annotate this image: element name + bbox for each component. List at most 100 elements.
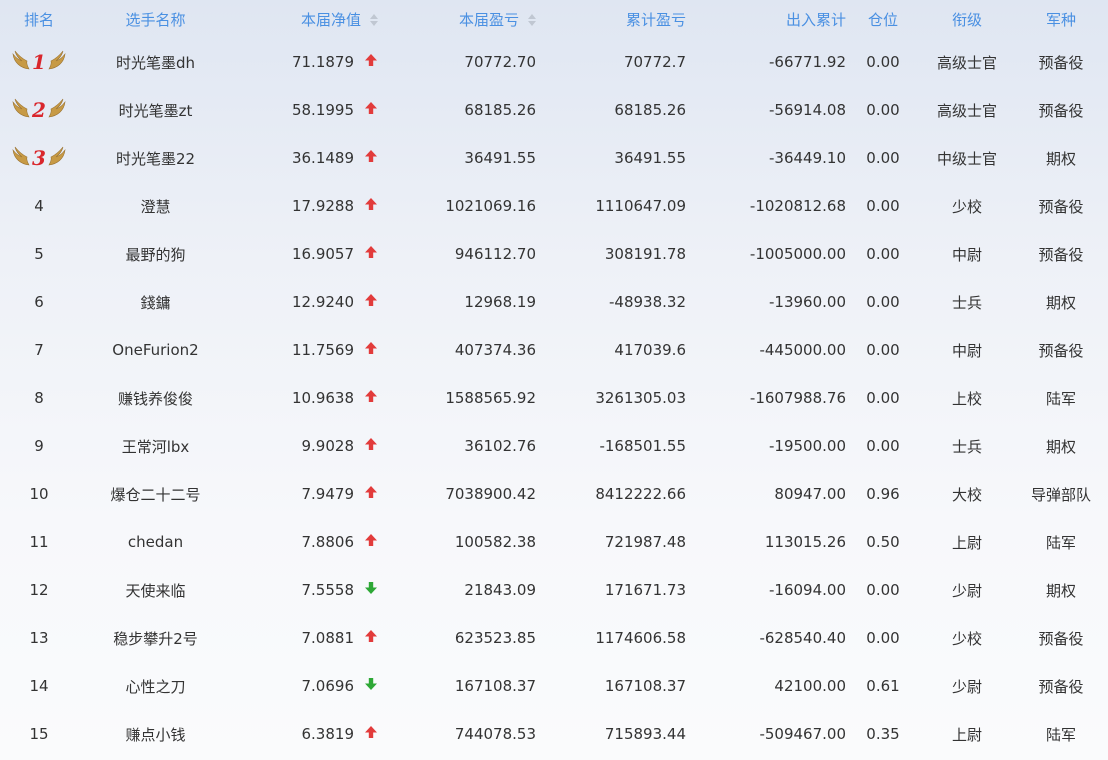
rank-title-cell: 上尉 [951, 533, 982, 552]
nav-cell: 7.8806 [233, 518, 396, 566]
rank-cell: 15 [29, 725, 49, 743]
rank-cell: 3 [0, 134, 78, 182]
header-nav-sortable[interactable]: 本届净值 [233, 0, 396, 38]
pnl-cell: 36102.76 [464, 437, 536, 455]
cum-cell: 308191.78 [604, 245, 686, 263]
nav-cell: 7.0696 [233, 662, 396, 710]
rank-title-cell: 大校 [951, 485, 982, 504]
pnl-cell: 946112.70 [454, 245, 536, 263]
nav-value: 58.1995 [291, 101, 354, 119]
arm-cell: 期权 [1045, 149, 1076, 168]
cum-cell: -168501.55 [599, 437, 686, 455]
table-row[interactable]: 14 心性之刀 7.0696 167108.37 167108.37 42100.00 0.… [0, 662, 1108, 710]
table-row[interactable]: 10 爆仓二十二号 7.9479 7038900.42 8412222.66 80947.… [0, 470, 1108, 518]
rank-cell: 10 [29, 485, 49, 503]
arm-cell: 预备役 [1038, 197, 1084, 216]
io-cell: -66771.92 [769, 53, 846, 71]
position-cell: 0.61 [866, 677, 900, 695]
nav-value: 7.9479 [301, 485, 355, 503]
player-name[interactable]: 王常河lbx [78, 422, 233, 470]
sort-icon[interactable] [370, 13, 378, 27]
nav-value: 17.9288 [291, 197, 354, 215]
player-name[interactable]: 稳步攀升2号 [78, 614, 233, 662]
table-row[interactable]: 11 chedan 7.8806 100582.38 721987.48 113015.2… [0, 518, 1108, 566]
player-name[interactable]: 錢鏞 [78, 278, 233, 326]
player-name[interactable]: 爆仓二十二号 [78, 470, 233, 518]
header-pnl-sortable[interactable]: 本届盈亏 [396, 0, 538, 38]
rank-number: 2 [32, 98, 46, 122]
player-name[interactable]: OneFurion2 [78, 326, 233, 374]
nav-value: 36.1489 [291, 149, 354, 167]
nav-cell: 12.9240 [233, 278, 396, 326]
up-arrow-icon [364, 293, 378, 311]
header-nav-label: 本届净值 [300, 10, 361, 29]
up-arrow-icon [364, 197, 378, 215]
nav-value: 71.1879 [291, 53, 354, 71]
player-name[interactable]: 天使来临 [78, 566, 233, 614]
table-row[interactable]: 2 时光笔墨zt 58.1995 68185.26 68185.26 -56914.08 0… [0, 86, 1108, 134]
table-row[interactable]: 3 时光笔墨22 36.1489 36491.55 36491.55 -36449.10 0… [0, 134, 1108, 182]
nav-cell: 9.9028 [233, 422, 396, 470]
table-row[interactable]: 5 最野的狗 16.9057 946112.70 308191.78 -1005000.0… [0, 230, 1108, 278]
rank-cell: 1 [0, 38, 78, 86]
player-name[interactable]: 最野的狗 [78, 230, 233, 278]
arm-cell: 陆军 [1045, 389, 1076, 408]
rank-cell: 2 [0, 86, 78, 134]
arm-cell: 预备役 [1038, 101, 1084, 120]
rank-number: 1 [32, 50, 46, 74]
position-cell: 0.00 [866, 293, 900, 311]
nav-cell: 10.9638 [233, 374, 396, 422]
rank-title-cell: 中级士官 [936, 149, 997, 168]
position-cell: 0.00 [866, 437, 900, 455]
header-rank: 排名 [23, 10, 54, 29]
table-row[interactable]: 4 澄慧 17.9288 1021069.16 1110647.09 -1020812.6… [0, 182, 1108, 230]
pnl-cell: 623523.85 [454, 629, 536, 647]
nav-cell: 7.0881 [233, 614, 396, 662]
table-row[interactable]: 13 稳步攀升2号 7.0881 623523.85 1174606.58 -628540… [0, 614, 1108, 662]
player-name[interactable]: chedan [78, 518, 233, 566]
player-name[interactable]: 心性之刀 [78, 662, 233, 710]
table-row[interactable]: 1 时光笔墨dh 71.1879 70772.70 70772.7 -66771.92 0.… [0, 38, 1108, 86]
rank-title-cell: 中尉 [951, 245, 982, 264]
table-row[interactable]: 7 OneFurion2 11.7569 407374.36 417039.6 -4450… [0, 326, 1108, 374]
table-row[interactable]: 6 錢鏞 12.9240 12968.19 -48938.32 -13960.00 0.00… [0, 278, 1108, 326]
rank-title-cell: 高级士官 [936, 101, 997, 120]
io-cell: -16094.00 [769, 581, 846, 599]
player-name[interactable]: 时光笔墨dh [78, 38, 233, 86]
medal-icon: 1 [11, 49, 66, 75]
nav-value: 9.9028 [301, 437, 355, 455]
rank-cell: 14 [29, 677, 49, 695]
nav-value: 11.7569 [291, 341, 354, 359]
player-name[interactable]: 赚点小钱 [78, 710, 233, 758]
rank-title-cell: 少尉 [951, 677, 982, 696]
io-cell: -509467.00 [759, 725, 846, 743]
right-wing-icon [47, 145, 67, 171]
position-cell: 0.00 [866, 53, 900, 71]
table-row[interactable]: 15 赚点小钱 6.3819 744078.53 715893.44 -509467.00… [0, 710, 1108, 758]
player-name[interactable]: 澄慧 [78, 182, 233, 230]
pnl-cell: 100582.38 [454, 533, 536, 551]
player-name[interactable]: 时光笔墨22 [78, 134, 233, 182]
arm-cell: 陆军 [1045, 533, 1076, 552]
left-wing-icon [11, 97, 31, 123]
cum-cell: 1174606.58 [595, 629, 686, 647]
position-cell: 0.00 [866, 101, 900, 119]
up-arrow-icon [364, 245, 378, 263]
left-wing-icon [11, 49, 31, 75]
nav-cell: 17.9288 [233, 182, 396, 230]
table-row[interactable]: 9 王常河lbx 9.9028 36102.76 -168501.55 -19500.00… [0, 422, 1108, 470]
arm-cell: 期权 [1045, 437, 1076, 456]
pnl-cell: 744078.53 [454, 725, 536, 743]
up-arrow-icon [364, 341, 378, 359]
nav-value: 16.9057 [291, 245, 354, 263]
sort-icon[interactable] [528, 13, 536, 27]
player-name[interactable]: 赚钱养俊俊 [78, 374, 233, 422]
medal-icon: 2 [11, 97, 66, 123]
table-row[interactable]: 8 赚钱养俊俊 10.9638 1588565.92 3261305.03 -160798… [0, 374, 1108, 422]
nav-cell: 36.1489 [233, 134, 396, 182]
table-row[interactable]: 12 天使来临 7.5558 21843.09 171671.73 -16094.00 0.… [0, 566, 1108, 614]
header-arm: 军种 [1045, 10, 1076, 29]
pnl-cell: 68185.26 [464, 101, 536, 119]
io-cell: -36449.10 [769, 149, 846, 167]
player-name[interactable]: 时光笔墨zt [78, 86, 233, 134]
